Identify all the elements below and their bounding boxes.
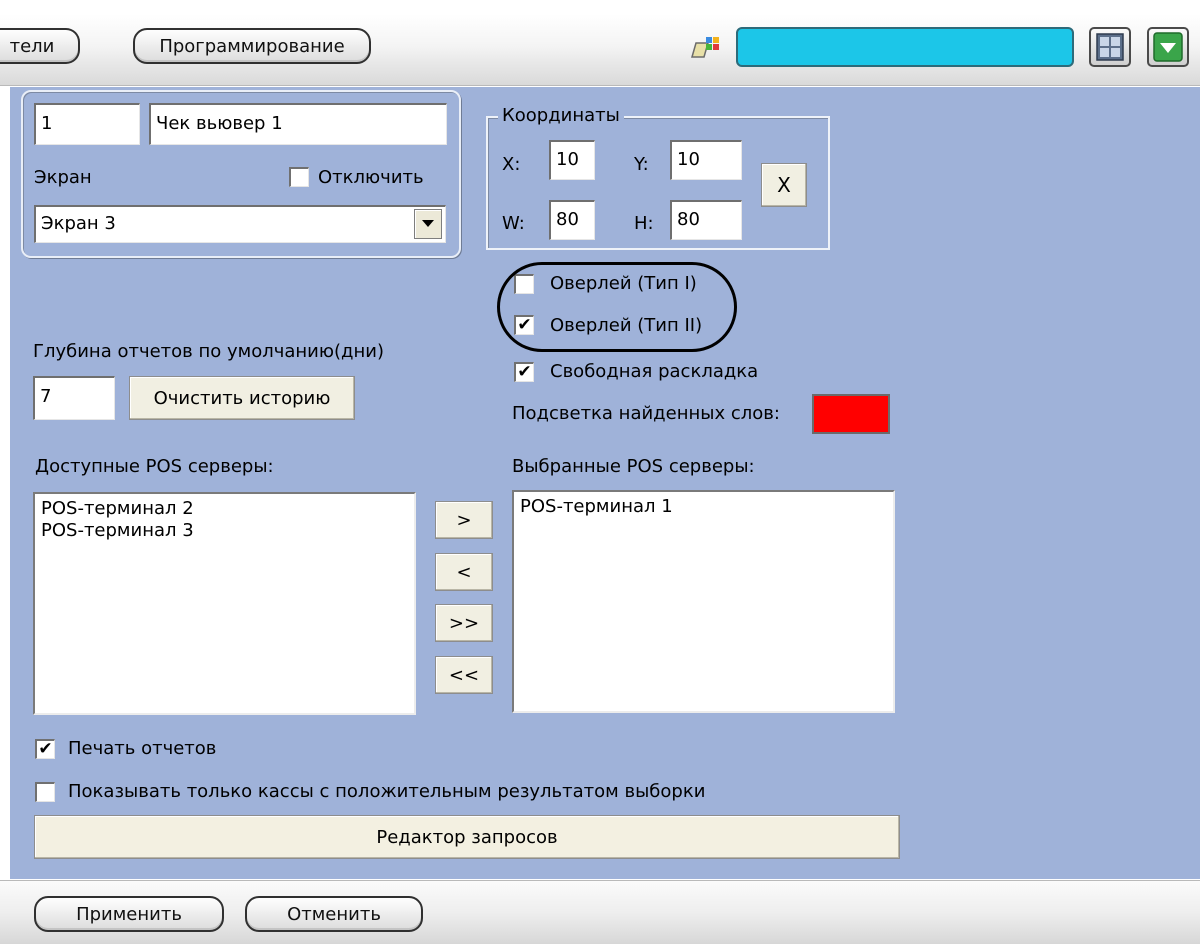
list-item[interactable]: POS-терминал 3 bbox=[41, 520, 408, 542]
selected-servers-list[interactable]: POS-терминал 1 bbox=[512, 490, 895, 713]
move-all-left-button[interactable]: << bbox=[435, 656, 493, 694]
positive-only-checkbox[interactable] bbox=[35, 782, 55, 802]
print-reports-label: Печать отчетов bbox=[68, 738, 217, 759]
coordinates-group-label: Координаты bbox=[498, 104, 624, 128]
highlight-color-swatch[interactable] bbox=[812, 394, 890, 434]
free-layout-label: Свободная раскладка bbox=[550, 361, 759, 382]
w-input[interactable]: 80 bbox=[549, 200, 595, 240]
h-input[interactable]: 80 bbox=[670, 200, 742, 240]
chevron-down-icon bbox=[422, 220, 434, 227]
dropdown-green-button[interactable] bbox=[1147, 27, 1189, 67]
grid-icon bbox=[1096, 33, 1124, 61]
disable-label: Отключить bbox=[318, 167, 424, 188]
screen-label: Экран bbox=[34, 167, 92, 188]
selected-servers-label: Выбранные POS серверы: bbox=[512, 456, 755, 477]
disable-checkbox[interactable] bbox=[289, 167, 309, 187]
available-servers-list[interactable]: POS-терминал 2 POS-терминал 3 bbox=[33, 492, 416, 715]
reset-coordinates-button[interactable]: X bbox=[761, 163, 807, 207]
w-label: W: bbox=[502, 213, 525, 234]
clear-history-button[interactable]: Очистить историю bbox=[129, 376, 355, 420]
move-left-button[interactable]: < bbox=[435, 553, 493, 591]
list-item[interactable]: POS-терминал 1 bbox=[520, 496, 887, 518]
tab-programming[interactable]: Программирование bbox=[133, 28, 371, 64]
highlight-ellipse bbox=[497, 262, 737, 352]
x-input[interactable]: 10 bbox=[549, 140, 595, 180]
viewer-id-input[interactable]: 1 bbox=[34, 103, 140, 145]
cancel-button[interactable]: Отменить bbox=[245, 896, 423, 932]
object-name-field[interactable] bbox=[736, 27, 1074, 67]
free-layout-checkbox[interactable]: ✔ bbox=[514, 362, 534, 382]
move-right-button[interactable]: > bbox=[435, 501, 493, 539]
move-all-right-button[interactable]: >> bbox=[435, 604, 493, 642]
viewer-name-input[interactable]: Чек вьювер 1 bbox=[149, 103, 447, 145]
x-label: X: bbox=[502, 154, 521, 175]
settings-app-icon[interactable] bbox=[686, 31, 726, 61]
tab-partial[interactable]: тели bbox=[0, 28, 80, 64]
chevron-down-icon bbox=[1153, 32, 1183, 62]
print-reports-checkbox[interactable]: ✔ bbox=[35, 739, 55, 759]
y-label: Y: bbox=[634, 154, 649, 175]
screen-select[interactable]: Экран 3 bbox=[34, 205, 446, 243]
report-depth-label: Глубина отчетов по умолчанию(дни) bbox=[33, 341, 384, 362]
layout-grid-button[interactable] bbox=[1089, 27, 1131, 67]
report-depth-input[interactable]: 7 bbox=[33, 376, 115, 420]
highlight-words-label: Подсветка найденных слов: bbox=[512, 403, 780, 424]
positive-only-label: Показывать только кассы с положительным … bbox=[68, 781, 706, 802]
screen-select-arrow[interactable] bbox=[414, 209, 442, 239]
query-editor-button[interactable]: Редактор запросов bbox=[34, 815, 900, 859]
apply-button[interactable]: Применить bbox=[34, 896, 224, 932]
list-item[interactable]: POS-терминал 2 bbox=[41, 498, 408, 520]
available-servers-label: Доступные POS серверы: bbox=[35, 456, 274, 477]
h-label: H: bbox=[634, 213, 654, 234]
y-input[interactable]: 10 bbox=[670, 140, 742, 180]
